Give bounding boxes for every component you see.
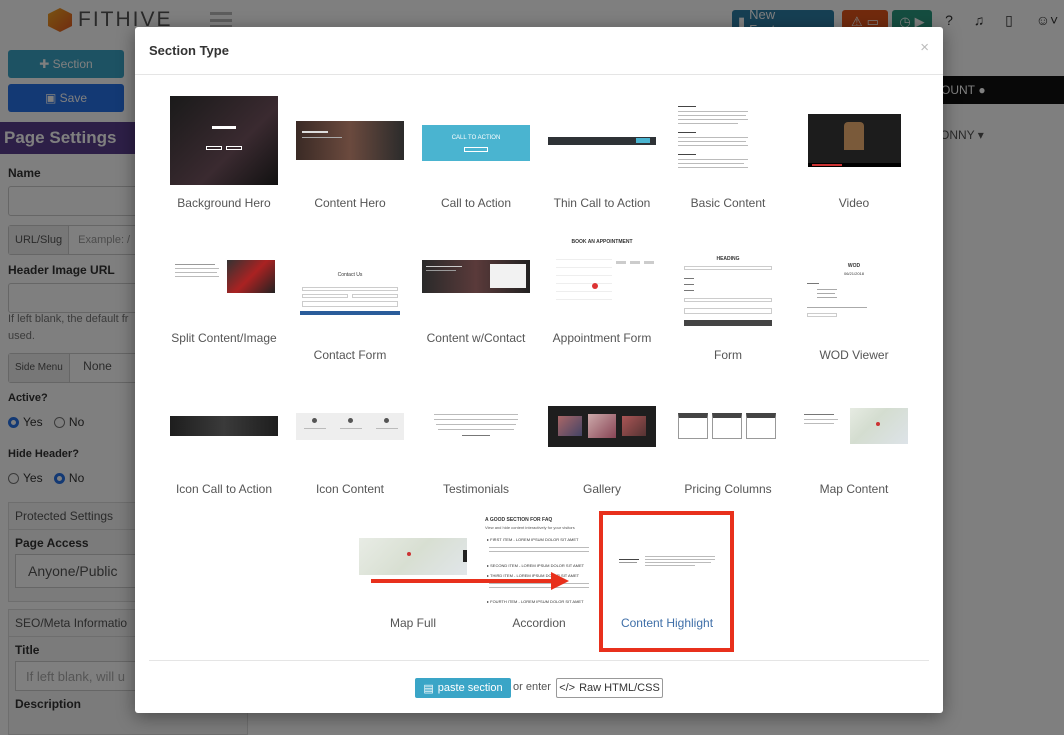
wod-viewer-thumbnail: WOD 06/21/2018	[805, 263, 903, 323]
section-type-modal: Section Type × Background Hero Content H…	[135, 27, 943, 713]
content-hero-thumbnail	[296, 121, 404, 160]
contact-form-thumbnail: Contact Us	[296, 271, 404, 317]
raw-html-css-button[interactable]: </> Raw HTML/CSS	[556, 678, 663, 698]
icon-content-thumbnail	[296, 413, 404, 440]
close-icon[interactable]: ×	[920, 39, 929, 56]
divider	[135, 74, 943, 75]
basic-content-thumbnail	[676, 102, 750, 177]
paste-section-button[interactable]: ▤ paste section	[415, 678, 511, 698]
highlight-arrow	[371, 579, 555, 583]
arrow-head-icon	[551, 572, 569, 590]
form-thumbnail: HEADING	[682, 256, 774, 329]
clipboard-icon: ▤	[423, 682, 434, 695]
map-content-thumbnail	[802, 408, 908, 444]
pricing-columns-thumbnail	[676, 413, 778, 441]
content-highlight-thumbnail	[617, 553, 717, 569]
or-enter-text: or enter	[513, 681, 551, 693]
section-tile-content-highlight[interactable]: Content Highlight	[599, 511, 734, 652]
thin-call-to-action-thumbnail	[548, 137, 656, 145]
call-to-action-thumbnail: CALL TO ACTION	[422, 125, 530, 161]
video-thumbnail	[808, 114, 901, 167]
divider	[149, 660, 929, 661]
content-contact-thumbnail	[422, 260, 530, 293]
code-icon: </>	[559, 682, 576, 694]
appointment-form-thumbnail: BOOK AN APPOINTMENT	[548, 239, 656, 311]
accordion-thumbnail: A GOOD SECTION FOR FAQ View and hide con…	[485, 517, 593, 609]
split-content-image-thumbnail	[173, 260, 275, 293]
testimonials-thumbnail	[432, 411, 520, 439]
gallery-thumbnail	[548, 406, 656, 447]
modal-title: Section Type	[149, 43, 229, 58]
map-full-thumbnail	[359, 538, 467, 575]
icon-call-to-action-thumbnail	[170, 416, 278, 436]
background-hero-thumbnail	[170, 96, 278, 185]
